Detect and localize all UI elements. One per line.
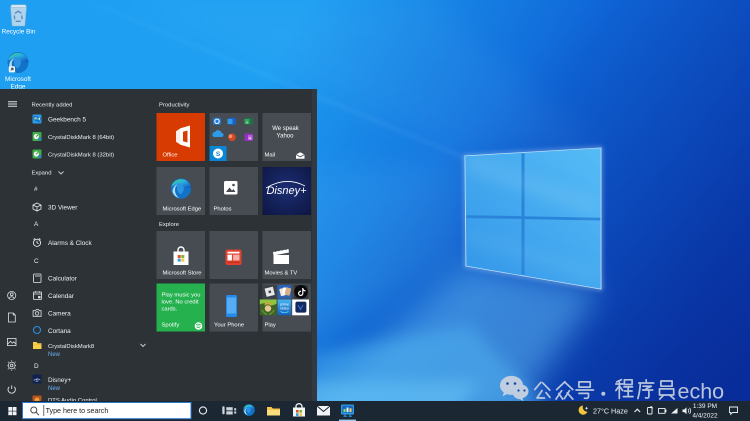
svg-text:Calendar: Calendar [48,293,75,300]
svg-text:video: video [280,307,289,311]
svg-text:Mail: Mail [265,153,276,159]
svg-text:Camera: Camera [48,310,71,317]
svg-text:Recycle Bin: Recycle Bin [2,29,36,36]
svg-text:Movies & TV: Movies & TV [265,271,298,277]
svg-text:love. No credit: love. No credit [162,300,199,306]
svg-text:Productivity: Productivity [159,103,190,109]
svg-text:Cortana: Cortana [48,328,71,335]
svg-text:Explore: Explore [159,222,180,228]
svg-text:Yahoo: Yahoo [277,134,295,140]
svg-text:CrystalDiskMark 8 (32bit): CrystalDiskMark 8 (32bit) [48,152,114,158]
svg-text:Geekbench 5: Geekbench 5 [48,116,86,123]
svg-text:echo: echo [678,379,725,403]
svg-text:New: New [48,386,61,392]
svg-text:D: D [34,363,39,370]
svg-text:A: A [34,221,39,228]
svg-text:Play music you: Play music you [162,293,201,299]
svg-text:Calculator: Calculator [48,275,78,282]
svg-text:Type here to search: Type here to search [46,407,109,415]
svg-text:Alarms & Clock: Alarms & Clock [48,240,92,247]
svg-text:27°C Haze: 27°C Haze [593,406,628,415]
svg-text:3D Viewer: 3D Viewer [48,204,78,211]
svg-text:Your Phone: Your Phone [214,323,244,329]
svg-text:cards.: cards. [162,307,178,313]
svg-text:4/4/2022: 4/4/2022 [692,412,718,419]
svg-text:C: C [34,258,39,265]
svg-text:1:39 PM: 1:39 PM [693,403,717,410]
svg-text:Play: Play [265,323,276,329]
svg-text:Disney+: Disney+ [266,185,307,197]
svg-text:#: # [34,186,38,193]
svg-text:x: x [246,119,248,124]
svg-text:Photos: Photos [214,207,232,213]
svg-text:CrystalDiskMark 8 (64bit): CrystalDiskMark 8 (64bit) [48,135,114,141]
svg-text:Disney+: Disney+ [48,377,72,384]
svg-text:S: S [216,151,221,158]
svg-text:Expand: Expand [32,170,52,176]
svg-text:Microsoft Store: Microsoft Store [163,271,202,277]
svg-text:D: D [36,379,39,383]
svg-text:Microsoft: Microsoft [5,76,31,83]
svg-text:CrystalDiskMark8: CrystalDiskMark8 [48,344,95,350]
svg-text:Office: Office [163,153,178,159]
svg-text:Microsoft Edge: Microsoft Edge [163,207,202,213]
svg-text:Recently added: Recently added [32,102,73,108]
svg-text:We speak: We speak [272,126,300,132]
svg-text:N: N [249,135,252,140]
svg-text:New: New [48,352,61,358]
svg-text:Spotify: Spotify [162,323,180,329]
